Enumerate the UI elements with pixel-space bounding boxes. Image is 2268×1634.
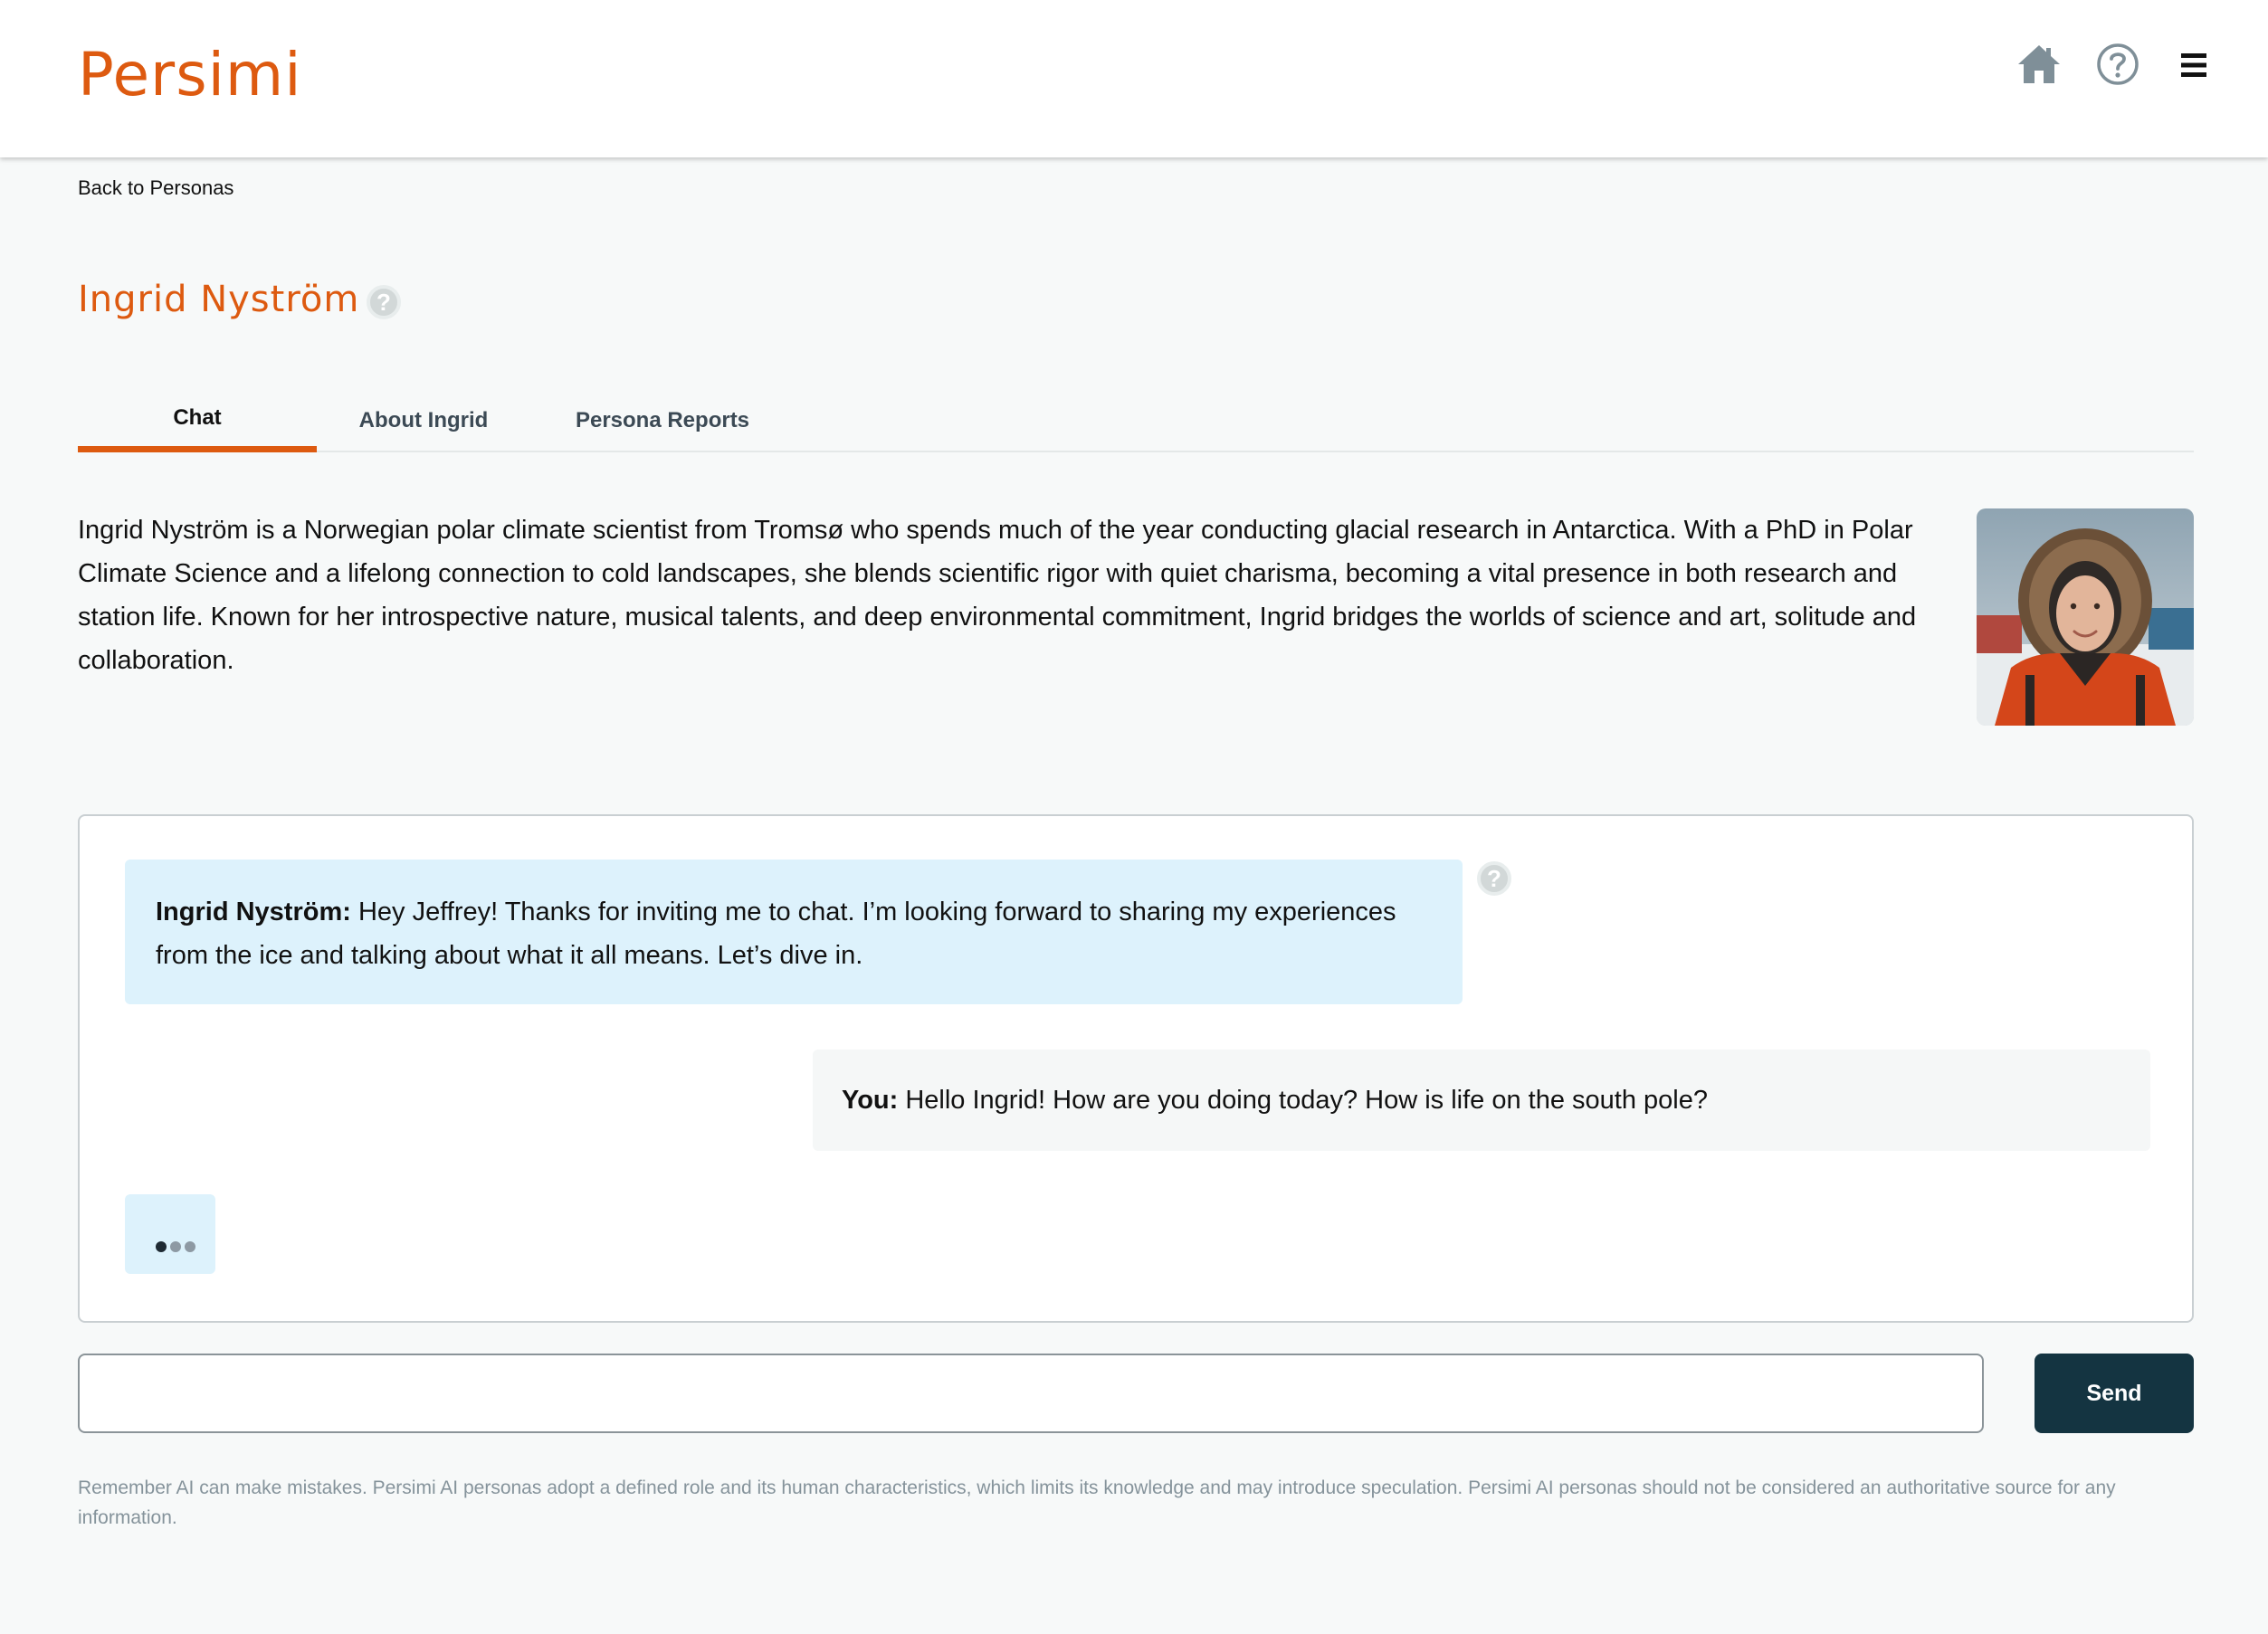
tab-chat[interactable]: Chat (78, 389, 317, 452)
typing-dot (170, 1241, 181, 1252)
chat-transcript[interactable]: Ingrid Nyström: Hey Jeffrey! Thanks for … (78, 814, 2194, 1323)
persimi-logo[interactable]: Persimi (78, 34, 302, 116)
persona-bio: Ingrid Nyström is a Norwegian polar clim… (78, 516, 1917, 675)
tab-about-ingrid[interactable]: About Ingrid (317, 389, 530, 452)
message-text: Hello Ingrid! How are you doing today? H… (905, 1086, 1708, 1115)
typing-dot (185, 1241, 195, 1252)
typing-indicator (125, 1194, 215, 1274)
persona-tabs: Chat About Ingrid Persona Reports (78, 389, 2194, 452)
back-to-personas-link[interactable]: Back to Personas (78, 175, 233, 202)
persona-name-title: Ingrid Nyström (78, 279, 360, 320)
app-header: Persimi (0, 0, 2268, 157)
message-speaker: Ingrid Nyström: (156, 898, 351, 926)
message-input[interactable] (78, 1354, 1984, 1433)
message-speaker: You: (842, 1086, 899, 1115)
tab-persona-reports[interactable]: Persona Reports (530, 389, 795, 452)
home-icon[interactable] (2016, 42, 2062, 87)
ai-disclaimer: Remember AI can make mistakes. Persimi A… (78, 1477, 2116, 1528)
persona-message: Ingrid Nyström: Hey Jeffrey! Thanks for … (125, 860, 1463, 1004)
send-button[interactable]: Send (2035, 1354, 2194, 1433)
menu-icon[interactable] (2176, 49, 2217, 81)
persona-help-icon[interactable]: ? (367, 285, 401, 319)
message-help-icon[interactable]: ? (1477, 861, 1511, 896)
help-icon[interactable] (2095, 42, 2140, 87)
persona-avatar (1977, 508, 2194, 726)
typing-dot (156, 1241, 167, 1252)
user-message: You: Hello Ingrid! How are you doing tod… (813, 1050, 2150, 1151)
